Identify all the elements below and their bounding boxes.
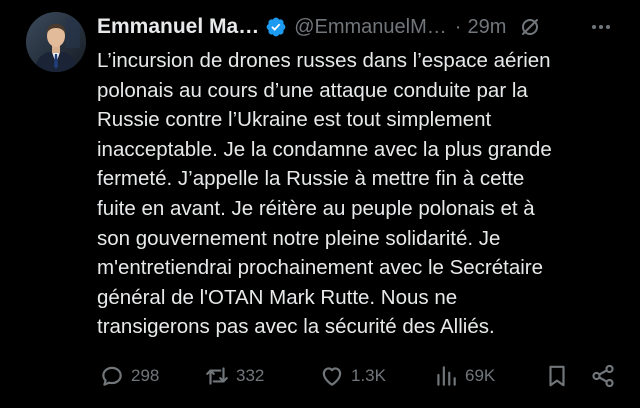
share-button[interactable] xyxy=(590,358,616,394)
repost-count: 332 xyxy=(236,366,265,385)
share-icon xyxy=(590,363,616,389)
views-count: 69K xyxy=(465,366,496,385)
tweet-header: Emmanuel Ma… @EmmanuelM… · 29m xyxy=(97,12,627,42)
reply-icon xyxy=(99,363,125,389)
verified-badge-icon[interactable] xyxy=(265,16,287,38)
like-button[interactable]: 1.3K xyxy=(319,358,386,394)
reply-count: 298 xyxy=(131,366,160,385)
repost-icon xyxy=(204,363,230,389)
reply-button[interactable]: 298 xyxy=(99,358,159,394)
grok-icon[interactable] xyxy=(518,15,542,39)
repost-button[interactable]: 332 xyxy=(204,358,264,394)
separator-dot: · xyxy=(454,15,462,38)
tweet-card[interactable]: Emmanuel Ma… @EmmanuelM… · 29m L’incursi… xyxy=(0,0,640,408)
avatar[interactable] xyxy=(26,12,86,72)
timestamp[interactable]: 29m xyxy=(467,16,506,39)
author-display-name[interactable]: Emmanuel Ma… xyxy=(97,15,259,39)
views-button[interactable]: 69K xyxy=(433,358,495,394)
author-handle[interactable]: @EmmanuelM… xyxy=(294,16,447,39)
tweet-text: L’incursion de drones russes dans l’espa… xyxy=(97,49,552,339)
like-count: 1.3K xyxy=(351,366,386,385)
more-options-icon[interactable] xyxy=(589,15,613,39)
bookmark-icon xyxy=(544,363,570,389)
avatar-image xyxy=(26,12,86,72)
bookmark-button[interactable] xyxy=(544,358,570,394)
views-chart-icon xyxy=(433,363,459,389)
tweet-actions: 298 332 1.3K 69K xyxy=(97,358,627,394)
heart-icon xyxy=(319,363,345,389)
